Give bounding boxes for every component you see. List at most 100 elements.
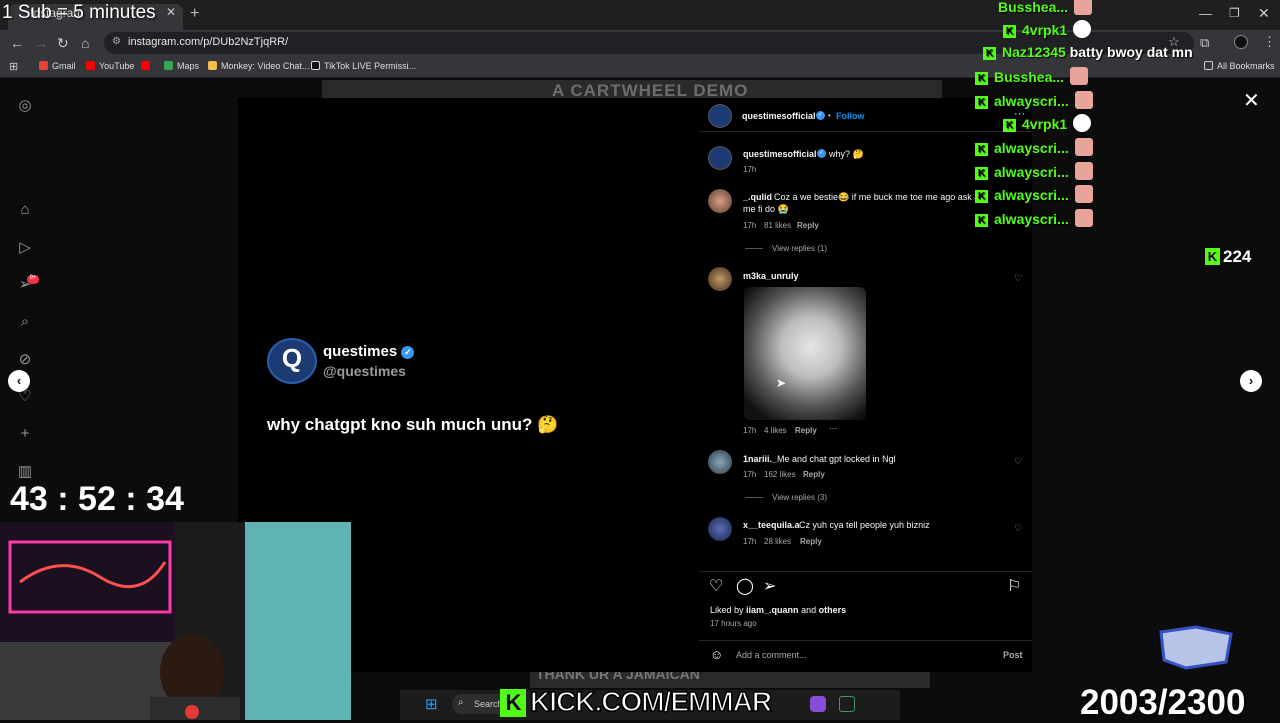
author-username[interactable]: questimesofficial — [742, 111, 816, 121]
search-nav-icon[interactable]: ⌕ — [16, 313, 34, 331]
bookmark-tiktok[interactable]: TikTok LIVE Permissi... — [311, 61, 416, 71]
chat-emote — [1070, 67, 1089, 85]
home-icon[interactable]: ⌂ — [81, 35, 89, 51]
back-icon[interactable]: ← — [10, 35, 24, 51]
forward-icon[interactable]: → — [34, 35, 48, 51]
menu-kebab-icon[interactable]: ⋮ — [1263, 34, 1276, 50]
youtube-icon — [86, 61, 95, 70]
dashboard-nav-icon[interactable]: ▥ — [16, 462, 34, 480]
caption-avatar[interactable] — [708, 146, 732, 170]
comment-text-line2: me fi do 😭 — [743, 204, 789, 214]
webcam-scene — [0, 522, 351, 720]
bookmark-youtube-2[interactable] — [141, 61, 154, 71]
post-comment-button[interactable]: Post — [1003, 650, 1023, 660]
view-replies[interactable]: View replies (1) — [772, 244, 827, 253]
emoji-icon[interactable]: ☺ — [710, 647, 723, 662]
comment-avatar[interactable] — [708, 517, 732, 541]
like-comment-icon[interactable]: ♡ — [1014, 523, 1022, 534]
dot-separator: • — [828, 111, 831, 120]
viewer-count: K 224 — [1205, 247, 1251, 267]
extensions-icon[interactable]: ⧉ — [1200, 35, 1209, 51]
comment-more-icon[interactable]: ··· — [829, 424, 837, 433]
explore-nav-icon[interactable]: ⊘ — [16, 350, 34, 368]
kick-badge-icon: K — [975, 96, 988, 109]
comment-reply[interactable]: Reply — [800, 537, 822, 546]
comment-reply[interactable]: Reply — [803, 470, 825, 479]
comment-likes[interactable]: 162 likes — [764, 470, 796, 479]
chat-message: Kalwayscri... — [975, 138, 1093, 156]
new-tab-button[interactable]: + — [190, 5, 199, 23]
follow-button[interactable]: Follow — [836, 111, 865, 121]
subathon-timer: 43 : 52 : 34 — [10, 480, 184, 518]
bookmark-monkey[interactable]: Monkey: Video Chat... — [208, 61, 309, 71]
chat-message: Kalwayscri... — [975, 185, 1093, 203]
chat-message: K 4vrpk1 — [1003, 114, 1092, 132]
next-post-button[interactable]: › — [1240, 370, 1262, 392]
verified-icon: ✓ — [401, 346, 415, 359]
chat-emote — [1074, 185, 1093, 203]
comment-username[interactable]: _.qulid — [743, 192, 772, 202]
comment-icon[interactable]: ◯ — [736, 576, 754, 596]
liked-by-user[interactable]: iiam_.quann — [746, 605, 799, 615]
comment-username[interactable]: x__teequila.a — [743, 520, 800, 530]
windows-start-icon[interactable]: ⊞ — [425, 695, 438, 713]
reels-nav-icon[interactable]: ▷ — [16, 238, 34, 256]
comment-avatar[interactable] — [708, 189, 732, 213]
comment-username[interactable]: 1nariii._ — [743, 454, 777, 464]
save-post-icon[interactable]: ⚐ — [1007, 576, 1021, 596]
site-info-icon[interactable]: ⚙ — [112, 36, 121, 47]
bookmark-gmail[interactable]: Gmail — [39, 61, 76, 71]
kick-badge-icon: K — [1003, 119, 1016, 132]
close-modal-icon[interactable]: ✕ — [1243, 88, 1260, 113]
all-bookmarks[interactable]: All Bookmarks — [1204, 61, 1275, 71]
window-close-icon[interactable]: ✕ — [1258, 5, 1270, 22]
youtube-icon — [141, 61, 150, 70]
comment-username[interactable]: m3ka_unruly — [743, 271, 799, 281]
liked-by-others[interactable]: others — [819, 605, 847, 615]
gmail-icon — [39, 61, 48, 70]
taskbar-search-icon: ⌕ — [458, 697, 464, 708]
minimize-icon[interactable]: — — [1199, 6, 1212, 21]
apps-grid-icon[interactable]: ⊞ — [9, 60, 18, 73]
instagram-logo-icon[interactable]: ◎ — [16, 96, 34, 114]
add-comment-input[interactable]: Add a comment... — [736, 650, 807, 660]
like-comment-icon[interactable]: ♡ — [1014, 273, 1022, 284]
comment-likes[interactable]: 28 likes — [764, 537, 791, 546]
taskbar-excel-icon[interactable] — [839, 696, 855, 712]
share-icon[interactable]: ➢ — [763, 576, 776, 596]
home-nav-icon[interactable]: ⌂ — [16, 201, 34, 219]
like-comment-icon[interactable]: ♡ — [1014, 456, 1022, 467]
caption-time: 17h — [743, 165, 757, 174]
chat-message: Kalwayscri... — [975, 162, 1093, 180]
comment-likes[interactable]: 81 likes — [764, 221, 791, 230]
prev-post-button[interactable]: ‹ — [8, 370, 30, 392]
monkey-icon — [208, 61, 217, 70]
comment-reply[interactable]: Reply — [797, 221, 819, 230]
caption-username[interactable]: questimesofficial — [743, 149, 817, 159]
kick-badge-icon: K — [975, 143, 988, 156]
chat-emote — [1073, 114, 1092, 132]
comment-avatar[interactable] — [708, 267, 732, 291]
comment-reply[interactable]: Reply — [795, 426, 817, 435]
comment-likes[interactable]: 4 likes — [764, 426, 787, 435]
view-replies[interactable]: View replies (3) — [772, 493, 827, 502]
replies-divider — [745, 497, 763, 498]
author-avatar[interactable] — [708, 104, 732, 128]
like-post-icon[interactable]: ♡ — [709, 576, 723, 596]
kick-badge-icon: K — [1003, 25, 1016, 38]
tweet-text: why chatgpt kno suh much unu? 🤔 — [267, 415, 559, 434]
comment-image-baby[interactable] — [744, 287, 866, 420]
questimes-logo-glyph: Q — [281, 343, 303, 373]
taskbar-app-icon[interactable] — [810, 696, 826, 712]
profile-avatar[interactable] — [1234, 35, 1248, 49]
posted-ago: 17 hours ago — [710, 619, 757, 628]
verified-icon: ✓ — [817, 149, 826, 158]
maximize-icon[interactable]: ❐ — [1229, 6, 1240, 20]
comment-avatar[interactable] — [708, 450, 732, 474]
bookmark-maps[interactable]: Maps — [164, 61, 199, 71]
tab-close-icon[interactable]: ✕ — [166, 5, 176, 19]
create-nav-icon[interactable]: + — [16, 425, 34, 443]
actions-divider — [699, 571, 1032, 572]
reload-icon[interactable]: ↻ — [57, 35, 69, 52]
bookmark-youtube[interactable]: YouTube — [86, 61, 134, 71]
